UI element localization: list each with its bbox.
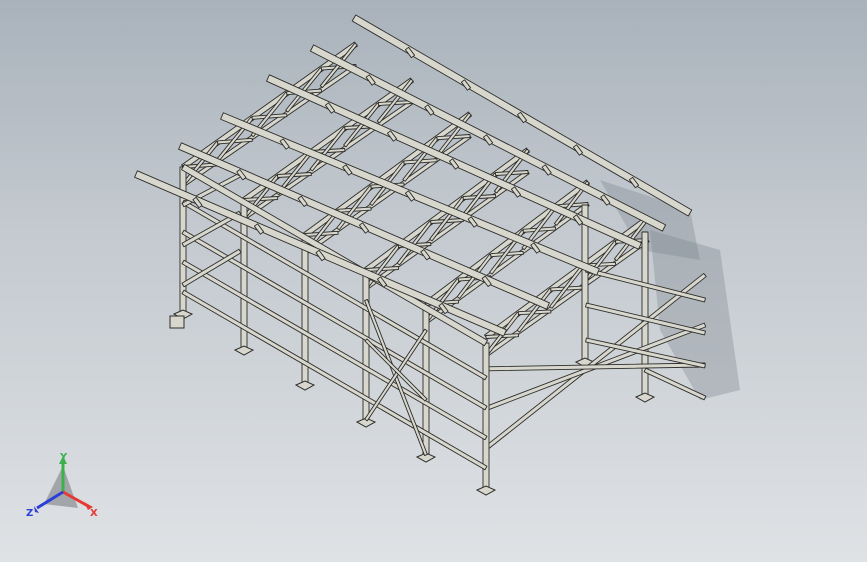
- graphics-viewport[interactable]: Y X Z: [0, 0, 867, 562]
- back-column-1: [581, 204, 589, 361]
- back-base-plate-2: [634, 392, 656, 403]
- z-axis-label: Z: [26, 508, 33, 519]
- reference-triad: Y X Z: [26, 452, 98, 519]
- junction-box: [169, 315, 185, 329]
- front-base-plate-6: [475, 485, 497, 496]
- y-axis-label: Y: [59, 452, 68, 463]
- front-column-1: [179, 166, 187, 313]
- steel-frame-model[interactable]: [0, 0, 867, 562]
- front-base-plate-3: [294, 380, 316, 391]
- x-axis-label: X: [90, 508, 98, 519]
- side-rail-1: [484, 272, 707, 451]
- front-base-plate-2: [233, 345, 255, 356]
